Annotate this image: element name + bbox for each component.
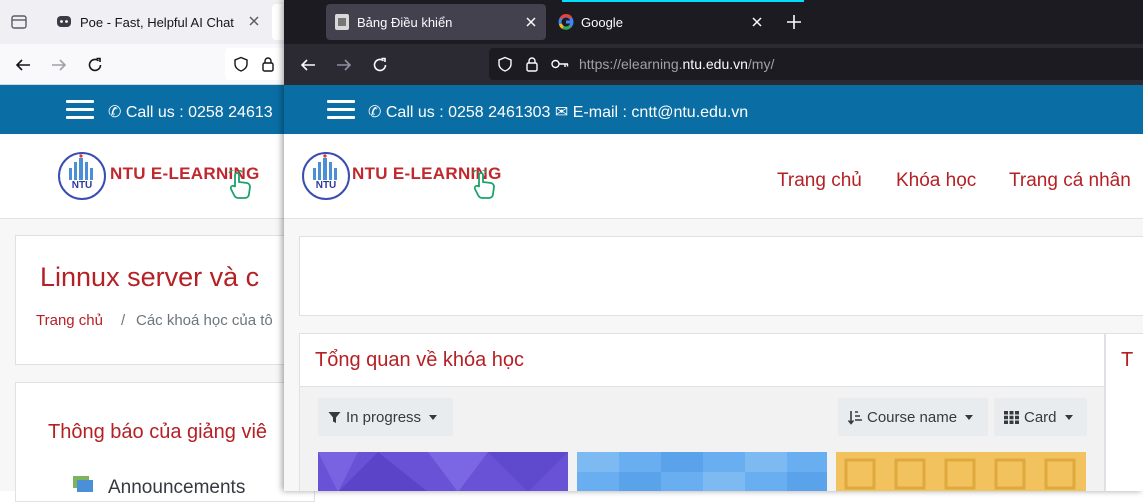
empty-block-card xyxy=(299,236,1143,316)
new-tab-plus-icon[interactable] xyxy=(786,14,802,30)
sort-label: Course name xyxy=(867,408,958,426)
forward-arrow-icon[interactable] xyxy=(335,56,353,74)
poe-icon xyxy=(56,14,72,30)
reload-icon[interactable] xyxy=(371,56,389,74)
hand-pointer-icon xyxy=(226,170,256,200)
tab-dashboard-label: Bảng Điều khiển xyxy=(357,14,453,30)
close-icon[interactable] xyxy=(750,15,764,29)
chevron-down-icon xyxy=(429,414,438,420)
side-block-title: T xyxy=(1121,349,1134,371)
hamburger-menu-icon[interactable] xyxy=(327,100,355,120)
sort-dropdown[interactable]: Course name xyxy=(838,398,988,436)
course-overview-header: Tổng quan về khóa học xyxy=(300,334,1104,387)
back-arrow-icon[interactable] xyxy=(14,56,32,74)
breadcrumb-separator: / xyxy=(121,312,126,329)
front-tab-bar: Bảng Điều khiển Google xyxy=(284,0,1143,44)
phone-icon: ✆ xyxy=(368,104,382,121)
forum-icon xyxy=(72,475,94,495)
breadcrumb-current[interactable]: Các khoá học của tô xyxy=(136,312,273,329)
envelope-icon: ✉ xyxy=(554,104,569,121)
url-prefix: https://elearning. xyxy=(579,56,683,72)
ntu-logo-emblem: NTU xyxy=(58,152,106,200)
google-icon xyxy=(558,14,574,30)
filter-label: In progress xyxy=(346,408,422,426)
filter-dropdown[interactable]: In progress xyxy=(318,398,453,436)
breadcrumb-home[interactable]: Trang chủ xyxy=(36,312,103,329)
active-tab-indicator xyxy=(562,0,804,2)
back-site-logo[interactable]: NTU NTU E-LEARNING xyxy=(56,150,259,202)
grid-icon xyxy=(1004,410,1019,424)
nav-profile[interactable]: Trang cá nhân xyxy=(1009,170,1131,192)
ntu-logo-emblem: NTU xyxy=(302,152,350,200)
course-overview-title: Tổng quan về khóa học xyxy=(315,349,525,371)
tab-google[interactable]: Google xyxy=(554,4,774,40)
filter-icon xyxy=(328,411,341,424)
shield-icon[interactable] xyxy=(497,56,513,72)
chevron-down-icon xyxy=(1064,414,1073,420)
back-url-bar[interactable] xyxy=(225,48,285,80)
close-icon[interactable] xyxy=(247,14,261,28)
call-text: Call us : 0258 24613 xyxy=(125,104,273,121)
back-arrow-icon[interactable] xyxy=(299,56,317,74)
tab-overview-icon[interactable] xyxy=(10,13,28,31)
side-block-card: T xyxy=(1105,333,1143,491)
tab-dashboard[interactable]: Bảng Điều khiển xyxy=(326,4,546,40)
key-icon[interactable] xyxy=(551,57,569,71)
chevron-down-icon xyxy=(965,414,974,420)
back-announcements-card: Thông báo của giảng viê Announcements xyxy=(15,382,315,502)
hamburger-menu-icon[interactable] xyxy=(66,100,94,120)
front-browser-window: Bảng Điều khiển Google https://elearning… xyxy=(284,0,1143,491)
url-bar[interactable]: https://elearning.ntu.edu.vn/my/ xyxy=(489,48,1143,80)
sort-icon xyxy=(848,410,862,425)
view-dropdown[interactable]: Card xyxy=(994,398,1087,436)
front-site-logo[interactable]: NTU NTU E-LEARNING xyxy=(300,150,501,202)
course-card-image-blue[interactable] xyxy=(577,452,827,491)
url-text[interactable]: https://elearning.ntu.edu.vn/my/ xyxy=(579,56,774,72)
nav-home[interactable]: Trang chủ xyxy=(777,170,862,192)
phone-icon: ✆ xyxy=(108,104,122,121)
tab-poe-label: Poe - Fast, Helpful AI Chat xyxy=(80,14,234,30)
view-label: Card xyxy=(1024,408,1057,426)
call-text: Call us : 0258 2461303 xyxy=(385,104,551,121)
forward-arrow-icon[interactable] xyxy=(50,56,68,74)
course-card-image-gold[interactable] xyxy=(836,452,1086,491)
moodle-favicon xyxy=(335,14,349,30)
close-icon[interactable] xyxy=(524,15,538,29)
svg-text:NTU: NTU xyxy=(316,180,337,191)
course-title: Linnux server và c xyxy=(40,262,260,292)
front-contact-info: ✆ Call us : 0258 2461303 ✉ E-mail : cntt… xyxy=(368,102,748,122)
nav-courses[interactable]: Khóa học xyxy=(896,170,976,192)
lock-icon[interactable] xyxy=(525,56,539,72)
announcement-heading: Thông báo của giảng viê xyxy=(48,421,268,443)
course-card-image-purple[interactable] xyxy=(318,452,568,491)
url-domain: ntu.edu.vn xyxy=(682,56,748,72)
hand-pointer-icon xyxy=(470,170,500,200)
url-path: /my/ xyxy=(747,56,775,72)
reload-icon[interactable] xyxy=(86,56,104,74)
svg-text:NTU: NTU xyxy=(72,180,93,191)
tab-poe[interactable]: Poe - Fast, Helpful AI Chat xyxy=(44,4,272,40)
back-course-header-card: Linnux server và c Trang chủ / Các khoá … xyxy=(15,235,315,365)
back-call-us: ✆ Call us : 0258 24613 xyxy=(108,102,273,122)
tab-partial[interactable] xyxy=(272,4,284,40)
shield-icon[interactable] xyxy=(233,56,249,72)
lock-icon[interactable] xyxy=(261,56,275,72)
tab-google-label: Google xyxy=(581,14,623,30)
email-text: E-mail : cntt@ntu.edu.vn xyxy=(572,104,749,121)
announcements-link[interactable]: Announcements xyxy=(108,477,245,499)
